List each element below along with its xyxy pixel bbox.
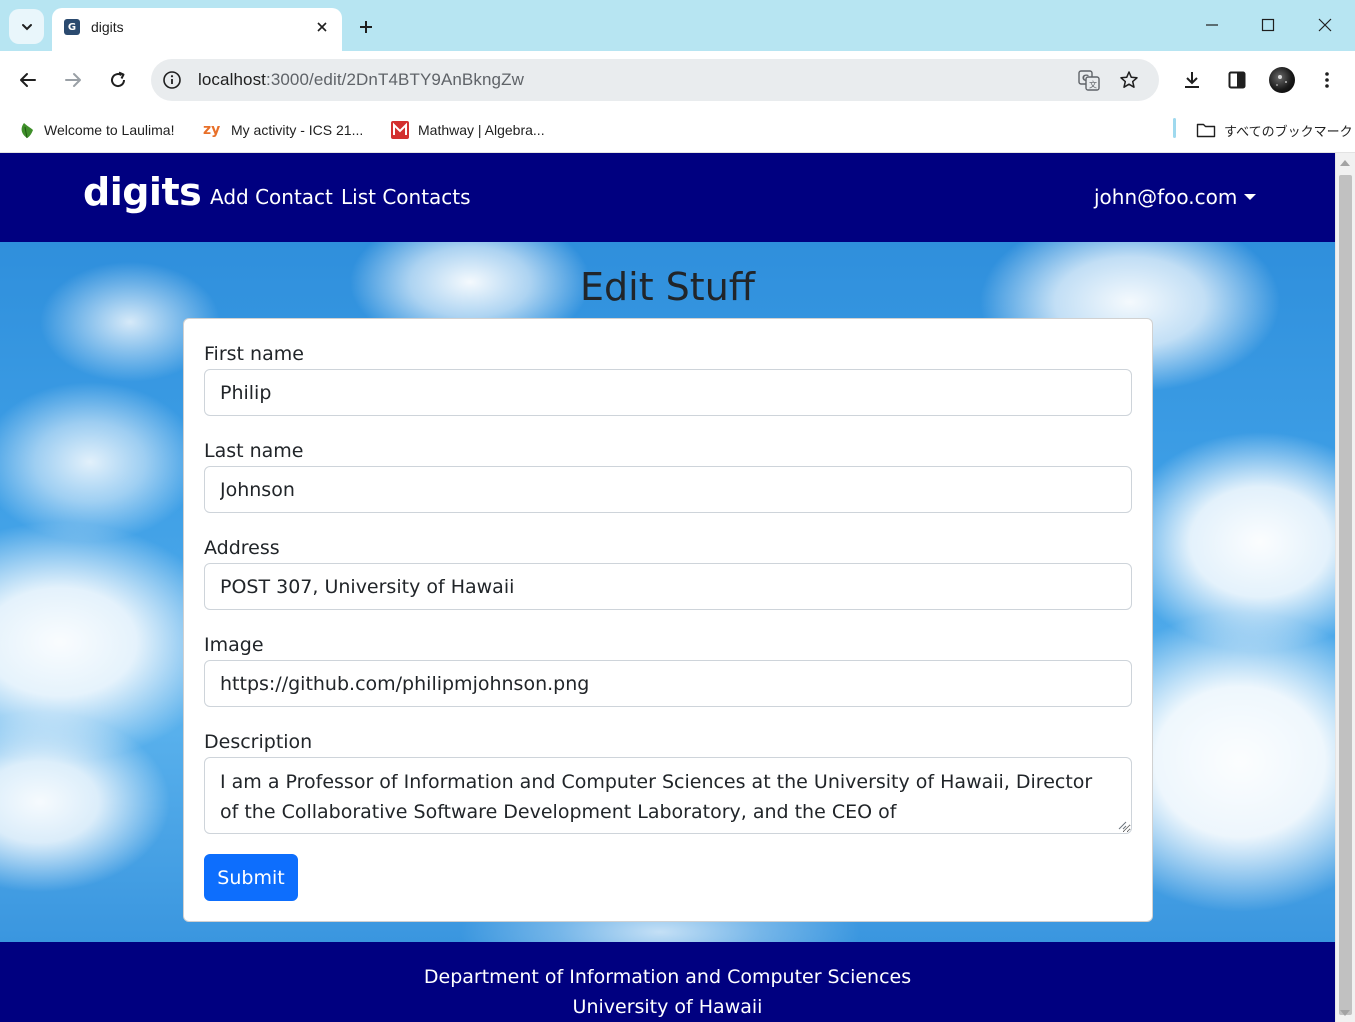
info-icon xyxy=(163,71,181,89)
nav-link-add-contact[interactable]: Add Contact xyxy=(210,185,333,209)
footer-university: University of Hawaii xyxy=(572,996,763,1018)
folder-icon xyxy=(1196,122,1216,138)
bookmarks-divider xyxy=(1173,118,1176,138)
url-path: :3000/edit/2DnT4BTY9AnBkngZw xyxy=(266,70,524,89)
minimize-icon xyxy=(1206,24,1218,26)
bookmark-label: Mathway | Algebra... xyxy=(418,122,545,138)
resize-grip-icon[interactable] xyxy=(1118,821,1127,830)
edit-form-card: First name Last name Address Image Descr… xyxy=(183,318,1153,922)
url-host: localhost xyxy=(198,70,266,89)
all-bookmarks-label: すべてのブックマーク xyxy=(1224,123,1353,139)
bookmark-item[interactable]: Mathway | Algebra... xyxy=(390,119,545,141)
minimize-button[interactable] xyxy=(1197,10,1227,40)
bookmark-item[interactable]: Welcome to Laulima! xyxy=(18,119,174,141)
maximize-icon xyxy=(1261,18,1275,32)
address-label: Address xyxy=(204,537,280,559)
reload-button[interactable] xyxy=(103,65,133,95)
scroll-down-arrow-icon[interactable] xyxy=(1340,1010,1350,1016)
arrow-left-icon xyxy=(20,73,36,87)
site-brand-link[interactable]: digits xyxy=(83,170,202,214)
more-vert-icon xyxy=(1325,72,1329,88)
last-name-label: Last name xyxy=(204,440,304,462)
bookmark-item[interactable]: zy My activity - ICS 21... xyxy=(203,119,363,141)
description-label: Description xyxy=(204,731,313,753)
page-title: Edit Stuff xyxy=(580,265,755,309)
translate-icon: G文 xyxy=(1078,70,1100,91)
close-icon xyxy=(317,22,327,32)
image-label: Image xyxy=(204,634,264,656)
last-name-input[interactable] xyxy=(204,466,1132,513)
description-wrapper: I am a Professor of Information and Comp… xyxy=(184,757,1152,834)
download-icon xyxy=(1185,72,1199,88)
tab-title: digits xyxy=(91,19,124,35)
site-navbar: digits Add Contact List Contacts john@fo… xyxy=(0,153,1335,242)
svg-text:zy: zy xyxy=(203,122,220,138)
first-name-label: First name xyxy=(204,343,304,365)
forward-button[interactable] xyxy=(58,65,88,95)
first-name-input[interactable] xyxy=(204,369,1132,416)
all-bookmarks-button[interactable]: すべてのブックマーク xyxy=(1196,119,1353,141)
page-viewport: digits Add Contact List Contacts john@fo… xyxy=(0,153,1335,1022)
close-icon xyxy=(1318,18,1332,32)
site-footer: Department of Information and Computer S… xyxy=(0,942,1335,1022)
address-bar[interactable]: localhost:3000/edit/2DnT4BTY9AnBkngZw G文 xyxy=(151,59,1159,101)
arrow-right-icon xyxy=(65,73,81,87)
description-textarea[interactable]: I am a Professor of Information and Comp… xyxy=(204,757,1132,834)
footer-department: Department of Information and Computer S… xyxy=(423,966,912,988)
bookmarks-bar: Welcome to Laulima! zy My activity - ICS… xyxy=(0,109,1355,153)
browser-toolbar: localhost:3000/edit/2DnT4BTY9AnBkngZw G文 xyxy=(0,51,1355,109)
url-text: localhost:3000/edit/2DnT4BTY9AnBkngZw xyxy=(198,70,524,90)
mathway-icon xyxy=(390,120,410,140)
image-url-input[interactable] xyxy=(204,660,1132,707)
bookmark-label: My activity - ICS 21... xyxy=(231,122,364,138)
browser-menu-button[interactable] xyxy=(1312,65,1342,95)
chevron-down-icon xyxy=(21,23,32,30)
star-icon xyxy=(1120,71,1138,88)
translate-button[interactable]: G文 xyxy=(1077,68,1101,92)
svg-text:文: 文 xyxy=(1089,80,1097,90)
back-button[interactable] xyxy=(13,65,43,95)
user-dropdown[interactable]: john@foo.com xyxy=(1094,185,1257,209)
scrollbar-thumb[interactable] xyxy=(1339,175,1352,1015)
bookmark-star-button[interactable] xyxy=(1117,68,1141,92)
browser-tab-active[interactable]: G digits xyxy=(52,8,342,51)
submit-button[interactable]: Submit xyxy=(204,854,298,901)
address-input[interactable] xyxy=(204,563,1132,610)
window-close-button[interactable] xyxy=(1310,10,1340,40)
tab-close-button[interactable] xyxy=(312,17,332,37)
plus-icon xyxy=(360,21,372,33)
bookmark-label: Welcome to Laulima! xyxy=(44,122,175,138)
user-email: john@foo.com xyxy=(1094,185,1238,209)
favicon-icon: G xyxy=(64,19,80,35)
profile-button[interactable] xyxy=(1267,65,1297,95)
caret-down-icon xyxy=(1244,194,1257,200)
zybooks-icon: zy xyxy=(203,122,223,138)
nav-link-list-contacts[interactable]: List Contacts xyxy=(341,185,471,209)
browser-tabstrip: G digits xyxy=(0,0,1355,51)
page-scrollbar[interactable] xyxy=(1335,153,1355,1022)
sky-background: Edit Stuff First name Last name Address … xyxy=(0,242,1335,942)
maximize-button[interactable] xyxy=(1253,10,1283,40)
avatar xyxy=(1269,67,1295,93)
side-panel-icon xyxy=(1228,71,1246,89)
new-tab-button[interactable] xyxy=(353,14,379,40)
downloads-button[interactable] xyxy=(1177,65,1207,95)
site-info-button[interactable] xyxy=(161,69,183,91)
scroll-up-arrow-icon[interactable] xyxy=(1340,160,1350,166)
reload-icon xyxy=(111,71,126,88)
tab-search-button[interactable] xyxy=(9,9,44,44)
side-panel-button[interactable] xyxy=(1222,65,1252,95)
laulima-leaf-icon xyxy=(18,121,36,139)
